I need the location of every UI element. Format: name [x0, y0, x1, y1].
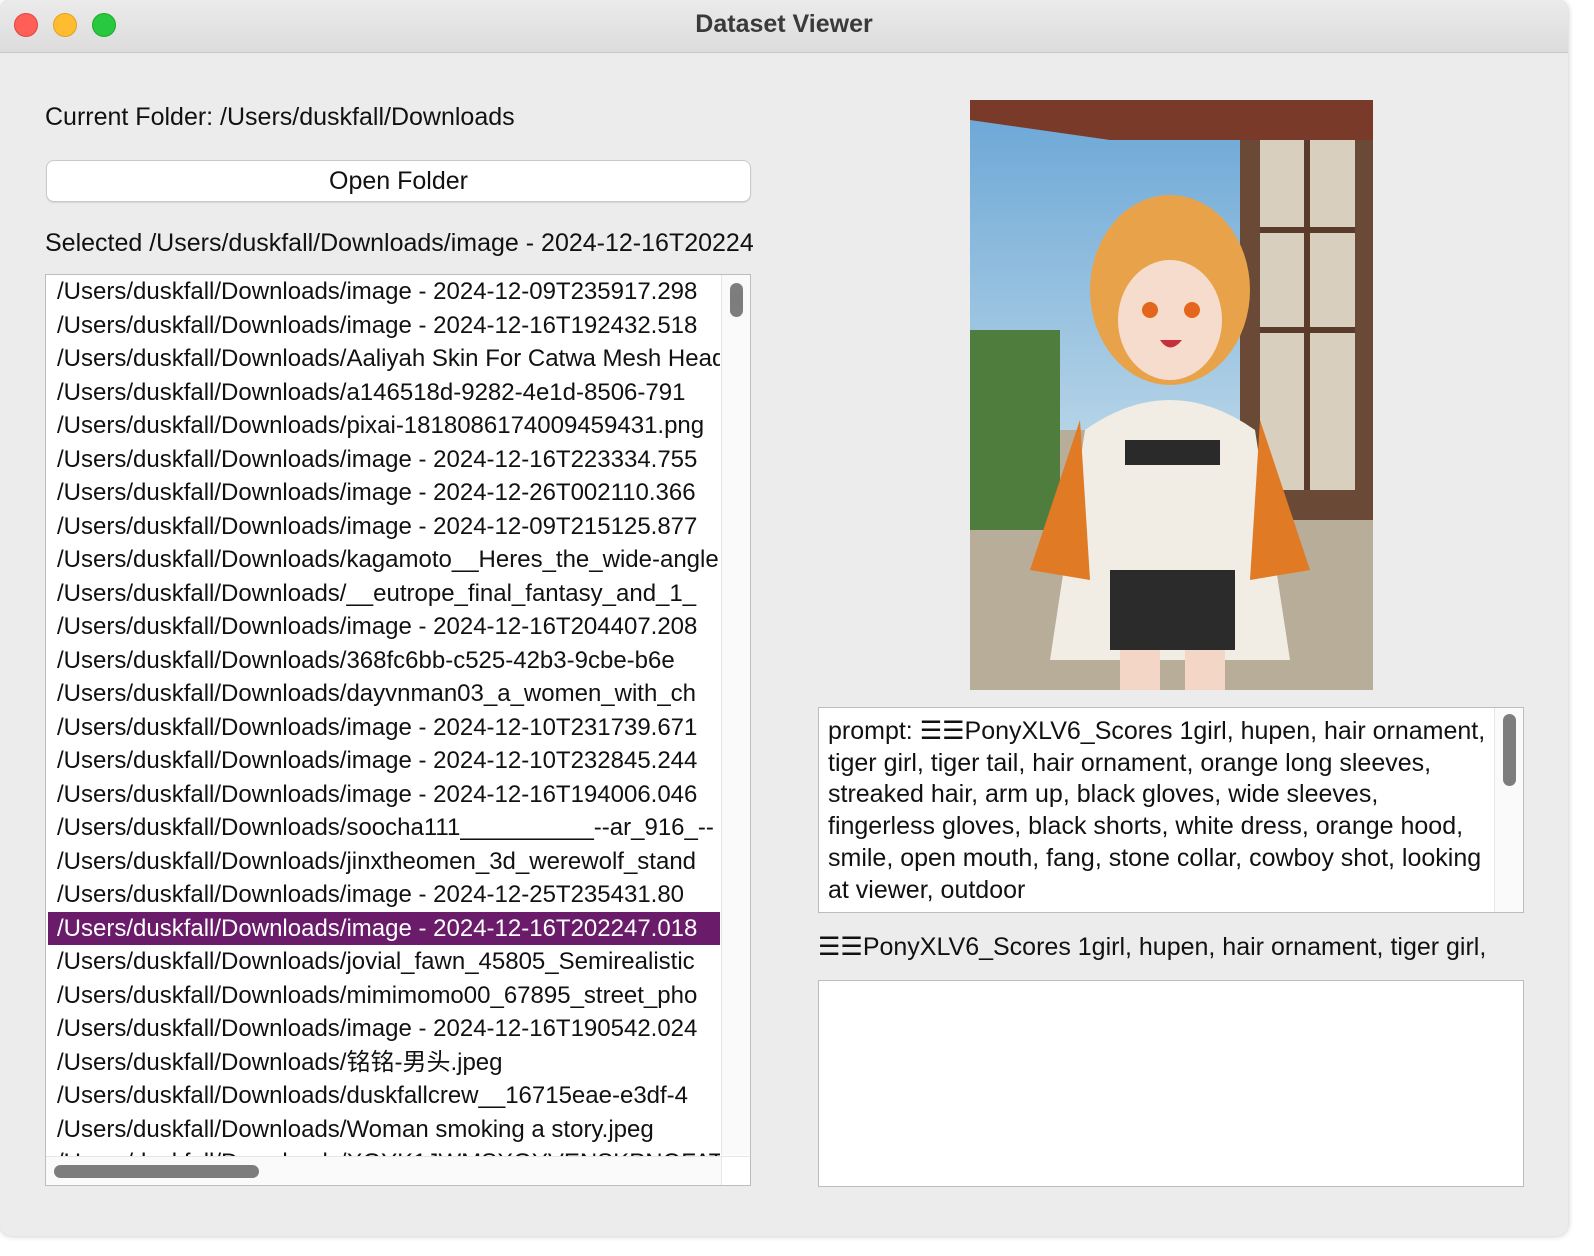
scrollbar-thumb[interactable]	[730, 283, 743, 317]
file-list-item[interactable]: /Users/duskfall/Downloads/368fc6bb-c525-…	[48, 644, 720, 677]
file-list-item[interactable]: /Users/duskfall/Downloads/image - 2024-1…	[48, 711, 720, 744]
title-bar: Dataset Viewer	[0, 0, 1568, 53]
scrollbar-thumb[interactable]	[54, 1165, 259, 1178]
app-window: Dataset Viewer Current Folder: /Users/du…	[0, 0, 1568, 1236]
caption-edit-area[interactable]	[818, 980, 1524, 1187]
file-list-item[interactable]: /Users/duskfall/Downloads/pixai-18180861…	[48, 409, 720, 442]
selected-file-label: Selected /Users/duskfall/Downloads/image…	[45, 229, 753, 257]
file-list-item[interactable]: /Users/duskfall/Downloads/image - 2024-1…	[48, 1012, 720, 1045]
file-list-item[interactable]: /Users/duskfall/Downloads/dayvnman03_a_w…	[48, 677, 720, 710]
file-list-item[interactable]: /Users/duskfall/Downloads/soocha111_____…	[48, 811, 720, 844]
prompt-text-area[interactable]: prompt: ☰☰PonyXLV6_Scores 1girl, hupen, …	[818, 707, 1524, 913]
file-list-item[interactable]: /Users/duskfall/Downloads/image - 2024-1…	[48, 275, 720, 308]
anime-tiger-girl-image	[970, 100, 1373, 690]
vertical-scrollbar[interactable]	[721, 275, 750, 1155]
caption-label: ☰☰PonyXLV6_Scores 1girl, hupen, hair orn…	[818, 933, 1487, 961]
file-list-item[interactable]: /Users/duskfall/Downloads/duskfallcrew__…	[48, 1079, 720, 1112]
current-folder-label: Current Folder: /Users/duskfall/Download…	[45, 103, 515, 131]
prompt-scrollbar[interactable]	[1494, 708, 1523, 912]
image-preview	[970, 100, 1373, 690]
file-list-item[interactable]: /Users/duskfall/Downloads/image - 2024-1…	[48, 476, 720, 509]
file-list-item[interactable]: /Users/duskfall/Downloads/kagamoto__Here…	[48, 543, 720, 576]
file-list-item[interactable]: /Users/duskfall/Downloads/image - 2024-1…	[48, 309, 720, 342]
file-list-item[interactable]: /Users/duskfall/Downloads/image - 2024-1…	[48, 443, 720, 476]
file-list-item[interactable]: /Users/duskfall/Downloads/a146518d-9282-…	[48, 376, 720, 409]
file-list-item[interactable]: /Users/duskfall/Downloads/image - 2024-1…	[48, 510, 720, 543]
window-title: Dataset Viewer	[695, 10, 873, 38]
file-list-item[interactable]: /Users/duskfall/Downloads/Aaliyah Skin F…	[48, 342, 720, 375]
file-list-item[interactable]: /Users/duskfall/Downloads/image - 2024-1…	[48, 744, 720, 777]
horizontal-scrollbar[interactable]	[46, 1156, 721, 1185]
file-list-item[interactable]: /Users/duskfall/Downloads/铭铭-男头.jpeg	[48, 1046, 720, 1079]
scrollbar-thumb[interactable]	[1503, 714, 1516, 786]
file-list-item-selected[interactable]: /Users/duskfall/Downloads/image - 2024-1…	[48, 911, 720, 945]
scroll-corner	[721, 1156, 750, 1185]
file-list[interactable]: /Users/duskfall/Downloads/image - 2024-1…	[45, 274, 751, 1186]
open-folder-button[interactable]: Open Folder	[46, 160, 751, 202]
prompt-text: prompt: ☰☰PonyXLV6_Scores 1girl, hupen, …	[828, 717, 1486, 904]
file-list-item[interactable]: /Users/duskfall/Downloads/image - 2024-1…	[48, 610, 720, 643]
file-list-item[interactable]: /Users/duskfall/Downloads/Woman smoking …	[48, 1113, 720, 1146]
file-list-item[interactable]: /Users/duskfall/Downloads/jovial_fawn_45…	[48, 945, 720, 978]
file-list-item[interactable]: /Users/duskfall/Downloads/image - 2024-1…	[48, 878, 720, 911]
file-list-item[interactable]: /Users/duskfall/Downloads/__eutrope_fina…	[48, 577, 720, 610]
file-list-item[interactable]: /Users/duskfall/Downloads/jinxtheomen_3d…	[48, 845, 720, 878]
file-list-item[interactable]: /Users/duskfall/Downloads/image - 2024-1…	[48, 778, 720, 811]
file-list-item[interactable]: /Users/duskfall/Downloads/mimimomo00_678…	[48, 979, 720, 1012]
